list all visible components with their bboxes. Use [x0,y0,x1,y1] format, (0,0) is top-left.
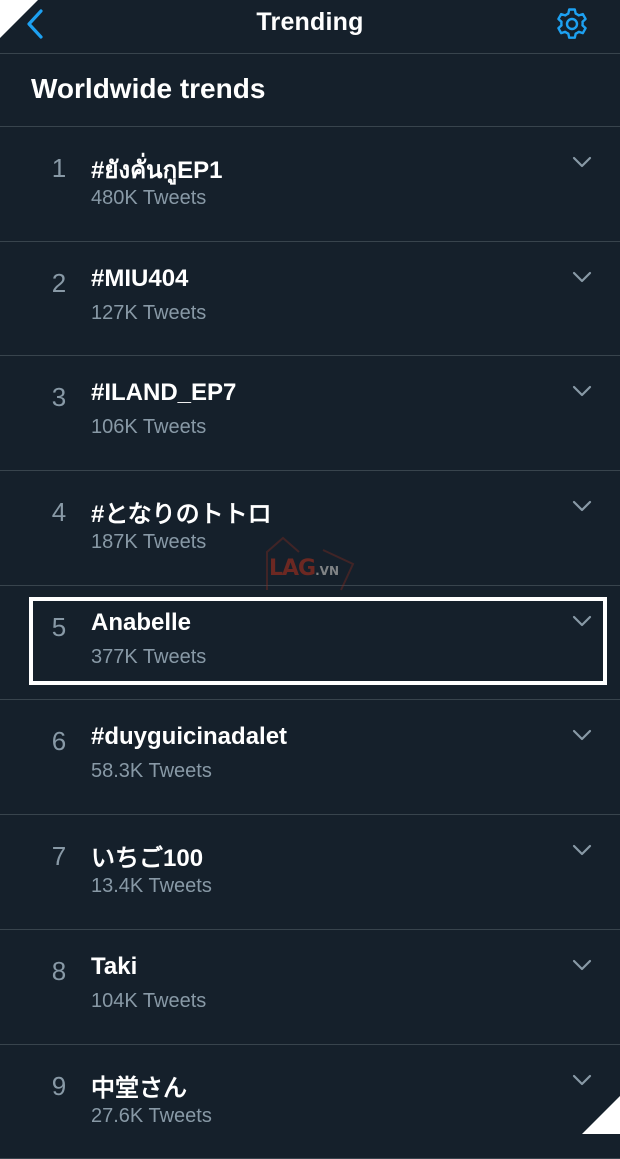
trend-rank: 4 [46,497,72,528]
trend-name: #duyguicinadalet [91,723,287,751]
trend-tweet-count: 480K Tweets [91,187,206,210]
watermark-logo: LAG.VN [263,534,359,596]
section-header: Worldwide trends [0,55,620,127]
chevron-down-icon[interactable] [570,727,594,743]
trend-name: 中堂さん [91,1068,187,1103]
screenshot-corner-top-left [0,0,38,38]
chevron-down-icon[interactable] [570,383,594,399]
trend-tweet-count: 377K Tweets [91,646,206,669]
chevron-down-icon[interactable] [570,154,594,170]
trend-tweet-count: 104K Tweets [91,990,206,1013]
page-title: Trending [0,8,620,37]
trend-tweet-count: 58.3K Tweets [91,760,212,783]
section-title: Worldwide trends [31,73,265,105]
trend-rank: 9 [46,1071,72,1102]
chevron-down-icon[interactable] [570,613,594,629]
trend-tweet-count: 106K Tweets [91,416,206,439]
gear-icon [554,6,590,42]
trend-rank: 2 [46,268,72,299]
trend-item-9[interactable]: 9 中堂さん 27.6K Tweets [0,1045,620,1159]
trend-tweet-count: 127K Tweets [91,302,206,325]
trend-name: #となりのトトロ [91,494,272,529]
trend-item-8[interactable]: 8 Taki 104K Tweets [0,930,620,1045]
chevron-down-icon[interactable] [570,498,594,514]
watermark-suffix: .VN [315,564,339,578]
trend-tweet-count: 27.6K Tweets [91,1105,212,1128]
trend-rank: 5 [46,612,72,643]
trend-name: Anabelle [91,609,191,637]
trend-name: いちご100 [91,838,203,873]
trend-item-3[interactable]: 3 #ILAND_EP7 106K Tweets [0,356,620,471]
chevron-down-icon[interactable] [570,957,594,973]
settings-button[interactable] [554,6,590,42]
trend-rank: 3 [46,382,72,413]
trend-tweet-count: 187K Tweets [91,531,206,554]
trend-name: Taki [91,953,137,981]
trend-item-1[interactable]: 1 #ยังคั่นกูEP1 480K Tweets [0,127,620,242]
chevron-down-icon[interactable] [570,269,594,285]
trend-item-6[interactable]: 6 #duyguicinadalet 58.3K Tweets [0,700,620,815]
trend-item-5[interactable]: 5 Anabelle 377K Tweets [0,586,620,701]
trend-list: 1 #ยังคั่นกูEP1 480K Tweets 2 #MIU404 12… [0,127,620,1159]
trend-name: #ILAND_EP7 [91,379,236,407]
chevron-down-icon[interactable] [570,842,594,858]
trend-tweet-count: 13.4K Tweets [91,875,212,898]
trend-name: #ยังคั่นกูEP1 [91,150,222,189]
trend-rank: 6 [46,726,72,757]
trend-rank: 1 [46,153,72,184]
trend-item-2[interactable]: 2 #MIU404 127K Tweets [0,242,620,357]
trend-name: #MIU404 [91,265,188,293]
trend-item-7[interactable]: 7 いちご100 13.4K Tweets [0,815,620,930]
trend-rank: 8 [46,956,72,987]
trend-rank: 7 [46,841,72,872]
screenshot-corner-bottom-right [582,1096,620,1134]
navigation-bar: Trending [0,0,620,54]
watermark-text: LAG [269,556,315,581]
chevron-down-icon[interactable] [570,1072,594,1088]
